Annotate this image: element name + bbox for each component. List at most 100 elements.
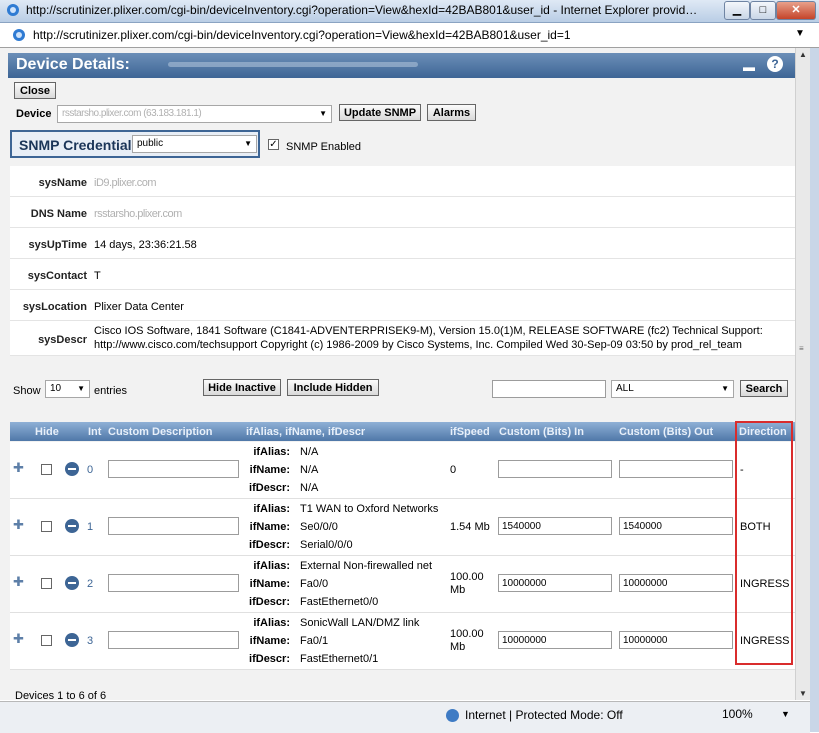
ifname-value: N/A [300, 464, 319, 476]
url-text[interactable]: http://scrutinizer.plixer.com/cgi-bin/de… [33, 28, 571, 42]
sysdescr-line1: Cisco IOS Software, 1841 Software (C1841… [94, 325, 763, 337]
direction-value: - [740, 464, 744, 476]
filter-select-value: ALL [616, 383, 634, 394]
custom-in-input[interactable] [498, 574, 612, 592]
help-icon[interactable]: ? [767, 56, 783, 72]
pin-icon[interactable]: ✚ [13, 574, 24, 590]
info-row-syslocation: sysLocation Plixer Data Center [10, 290, 795, 321]
sysdescr-label: sysDescr [38, 334, 87, 346]
custom-out-input[interactable] [619, 631, 733, 649]
snmp-credential-value: public [137, 138, 164, 149]
snmp-enabled-label: SNMP Enabled [286, 141, 362, 153]
interface-number: 3 [87, 635, 94, 647]
direction-value: INGRESS [740, 578, 790, 590]
ifname-label: ifName: [249, 578, 290, 590]
custom-in-input[interactable] [498, 631, 612, 649]
pin-icon[interactable]: ✚ [13, 460, 24, 476]
page-size-select[interactable]: 10 ▼ [45, 380, 90, 398]
globe-icon [446, 709, 459, 722]
search-button[interactable]: Search [740, 380, 788, 397]
include-hidden-button[interactable]: Include Hidden [287, 379, 379, 396]
hide-checkbox[interactable] [41, 635, 52, 646]
ifname-value: Fa0/1 [300, 635, 329, 647]
pin-icon[interactable]: ✚ [13, 631, 24, 647]
scroll-down-icon[interactable]: ▼ [799, 689, 807, 698]
maximize-button[interactable]: □ [750, 1, 776, 20]
col-hide[interactable]: Hide [35, 426, 59, 438]
snmp-credential-select[interactable]: public ▼ [132, 135, 257, 153]
hide-checkbox[interactable] [41, 464, 52, 475]
ifalias-label: ifAlias: [253, 446, 290, 458]
security-zone[interactable]: Internet | Protected Mode: Off [465, 708, 623, 722]
device-select[interactable]: rsstarsho.plixer.com (63.183.181.1) ▼ [57, 105, 332, 123]
hide-checkbox[interactable] [41, 521, 52, 532]
vertical-scrollbar[interactable]: ▲ ≡ ▼ [795, 48, 810, 700]
update-snmp-button[interactable]: Update SNMP [339, 104, 421, 121]
scroll-grip-icon[interactable]: ≡ [799, 344, 804, 353]
custom-out-input[interactable] [619, 517, 733, 535]
hide-checkbox[interactable] [41, 578, 52, 589]
col-custom-in[interactable]: Custom (Bits) In [499, 426, 584, 438]
custom-in-input[interactable] [498, 517, 612, 535]
ifdescr-value: N/A [300, 482, 319, 494]
col-direction[interactable]: Direction [739, 426, 787, 438]
page-icon [13, 29, 25, 41]
hide-inactive-button[interactable]: Hide Inactive [203, 379, 281, 396]
info-row-sysname: sysName iD9.plixer.com [10, 166, 795, 197]
ifalias-value: SonicWall LAN/DMZ link [300, 617, 420, 629]
custom-out-input[interactable] [619, 460, 733, 478]
pin-icon[interactable]: ✚ [13, 517, 24, 533]
remove-icon[interactable] [65, 462, 79, 476]
search-input[interactable] [492, 380, 606, 398]
sysuptime-value: 14 days, 23:36:21.58 [94, 239, 197, 251]
interface-number: 2 [87, 578, 94, 590]
snmp-credential-label: SNMP Credential [19, 137, 132, 153]
syscontact-label: sysContact [27, 270, 87, 282]
interface-number: 0 [87, 464, 94, 476]
remove-icon[interactable] [65, 519, 79, 533]
show-label: Show [13, 385, 41, 397]
redacted-device-name [168, 62, 418, 67]
minimize-button[interactable]: ▁ [724, 1, 750, 20]
col-int[interactable]: Int [88, 426, 101, 438]
zoom-dropdown-icon[interactable]: ▼ [781, 709, 790, 719]
alarms-button[interactable]: Alarms [427, 104, 476, 121]
snmp-enabled-checkbox[interactable]: ✓ [268, 139, 279, 150]
col-custom-description[interactable]: Custom Description [108, 426, 213, 438]
device-label: Device [16, 108, 52, 120]
close-button[interactable]: Close [14, 82, 56, 99]
window-title: http://scrutinizer.plixer.com/cgi-bin/de… [26, 3, 698, 17]
scroll-up-icon[interactable]: ▲ [799, 50, 807, 59]
zoom-level[interactable]: 100% [722, 707, 753, 721]
custom-description-input[interactable] [108, 574, 239, 592]
custom-description-input[interactable] [108, 631, 239, 649]
ifdescr-label: ifDescr: [249, 596, 290, 608]
window-title-bar: http://scrutinizer.plixer.com/cgi-bin/de… [0, 0, 819, 23]
col-custom-out[interactable]: Custom (Bits) Out [619, 426, 713, 438]
col-ifspeed[interactable]: ifSpeed [450, 426, 490, 438]
ifdescr-label: ifDescr: [249, 653, 290, 665]
syscontact-value: T [94, 270, 101, 282]
custom-out-input[interactable] [619, 574, 733, 592]
dnsname-label: DNS Name [30, 208, 87, 220]
interface-number: 1 [87, 521, 94, 533]
close-window-button[interactable]: ✕ [776, 1, 816, 20]
remove-icon[interactable] [65, 576, 79, 590]
table-row: ✚ 2 ifAlias: External Non-firewalled net… [10, 556, 795, 613]
ifdescr-value: FastEthernet0/0 [300, 596, 379, 608]
ifspeed-value: 1.54 Mb [450, 521, 490, 533]
sysuptime-label: sysUpTime [28, 239, 88, 251]
filter-select[interactable]: ALL ▼ [611, 380, 734, 398]
ifdescr-label: ifDescr: [249, 539, 290, 551]
chevron-down-icon: ▼ [721, 384, 729, 393]
custom-description-input[interactable] [108, 517, 239, 535]
address-dropdown-icon[interactable]: ▼ [795, 28, 805, 39]
custom-description-input[interactable] [108, 460, 239, 478]
custom-in-input[interactable] [498, 460, 612, 478]
address-bar[interactable]: http://scrutinizer.plixer.com/cgi-bin/de… [0, 23, 819, 48]
remove-icon[interactable] [65, 633, 79, 647]
info-row-sysuptime: sysUpTime 14 days, 23:36:21.58 [10, 228, 795, 259]
col-ifalias[interactable]: ifAlias, ifName, ifDescr [246, 426, 365, 438]
table-row: ✚ 3 ifAlias: SonicWall LAN/DMZ link ifNa… [10, 613, 795, 670]
print-icon[interactable]: ▬ [743, 60, 755, 74]
